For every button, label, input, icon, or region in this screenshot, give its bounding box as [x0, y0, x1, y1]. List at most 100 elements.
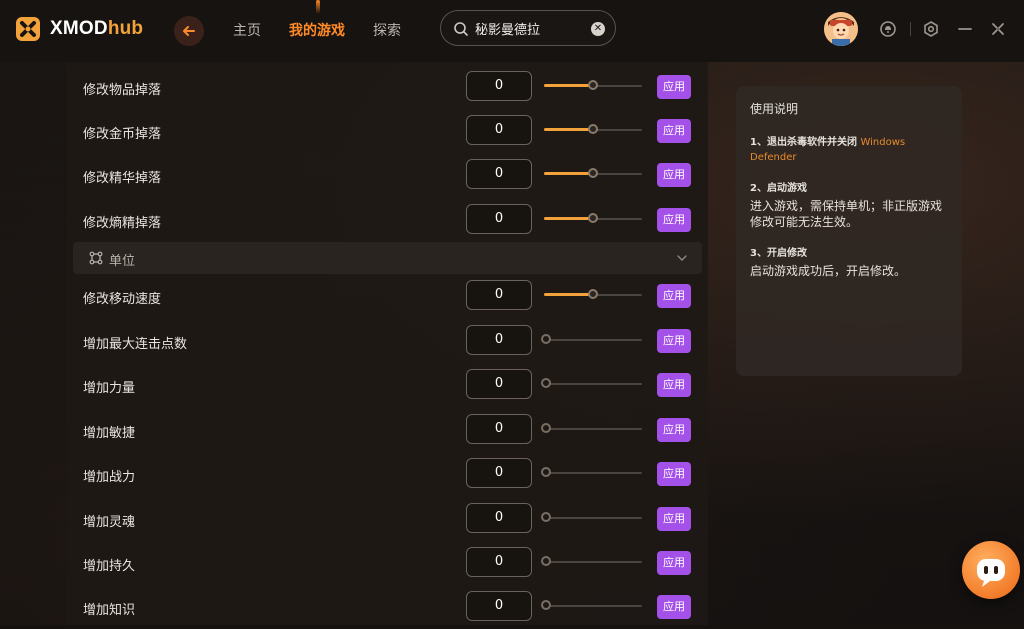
value-slider[interactable] — [544, 213, 642, 223]
option-row: 修改熵精掉落 0 应用 — [67, 198, 708, 242]
option-row: 增加敏捷 0 应用 — [67, 408, 708, 452]
nav-explore[interactable]: 探索 — [373, 20, 401, 40]
step-heading: 2、启动游戏 — [750, 183, 807, 194]
value-input[interactable]: 0 — [466, 71, 532, 101]
slider-thumb[interactable] — [588, 213, 598, 223]
minimize-icon[interactable] — [956, 20, 974, 38]
active-tab-indicator — [316, 0, 320, 14]
slider-thumb[interactable] — [541, 600, 551, 610]
instruction-step: 3、开启修改 启动游戏成功后，开启修改。 — [750, 246, 948, 279]
search-icon — [454, 22, 468, 36]
section-title: 单位 — [109, 254, 136, 269]
slider-thumb[interactable] — [588, 124, 598, 134]
option-label: 修改精华掉落 — [83, 171, 162, 186]
value-slider[interactable] — [544, 289, 642, 299]
option-row: 修改金币掉落 0 应用 — [67, 109, 708, 153]
apply-button[interactable]: 应用 — [657, 507, 691, 531]
value-slider[interactable] — [541, 600, 642, 610]
slider-thumb[interactable] — [541, 556, 551, 566]
option-label: 增加力量 — [83, 381, 136, 396]
option-label: 修改移动速度 — [83, 292, 162, 307]
slider-thumb[interactable] — [588, 80, 598, 90]
option-label: 增加灵魂 — [83, 515, 136, 530]
apply-button[interactable]: 应用 — [657, 119, 691, 143]
option-row: 修改物品掉落 0 应用 — [67, 65, 708, 109]
notification-icon[interactable] — [879, 20, 897, 38]
option-label: 增加敏捷 — [83, 426, 136, 441]
value-slider[interactable] — [544, 168, 642, 178]
slider-thumb[interactable] — [541, 423, 551, 433]
unit-icon — [89, 251, 103, 265]
apply-button[interactable]: 应用 — [657, 163, 691, 187]
apply-button[interactable]: 应用 — [657, 551, 691, 575]
slider-thumb[interactable] — [541, 378, 551, 388]
slider-thumb[interactable] — [588, 289, 598, 299]
apply-button[interactable]: 应用 — [657, 418, 691, 442]
value-slider[interactable] — [541, 378, 642, 388]
avatar-image — [824, 12, 858, 46]
value-slider[interactable] — [541, 512, 642, 522]
option-label: 增加最大连击点数 — [83, 337, 188, 352]
option-label: 修改物品掉落 — [83, 83, 162, 98]
instruction-step: 1、退出杀毒软件并关闭 Windows Defender — [750, 135, 948, 165]
header-divider — [910, 22, 911, 36]
value-input[interactable]: 0 — [466, 280, 532, 310]
option-label: 修改金币掉落 — [83, 127, 162, 142]
apply-button[interactable]: 应用 — [657, 462, 691, 486]
option-row: 增加战力 0 应用 — [67, 452, 708, 496]
value-slider[interactable] — [544, 80, 642, 90]
instructions-title: 使用说明 — [750, 102, 799, 116]
option-row: 增加力量 0 应用 — [67, 363, 708, 407]
assistant-button[interactable] — [962, 541, 1020, 599]
value-input[interactable]: 0 — [466, 115, 532, 145]
main-nav: 主页 我的游戏 探索 — [233, 20, 401, 40]
value-input[interactable]: 0 — [466, 204, 532, 234]
value-slider[interactable] — [541, 334, 642, 344]
nav-home[interactable]: 主页 — [233, 20, 261, 40]
option-label: 增加战力 — [83, 470, 136, 485]
slider-thumb[interactable] — [541, 467, 551, 477]
value-input[interactable]: 0 — [466, 369, 532, 399]
value-slider[interactable] — [541, 467, 642, 477]
apply-button[interactable]: 应用 — [657, 329, 691, 353]
mod-options-panel: 修改物品掉落 0 应用 修改金币掉落 0 应用 修改精华掉落 0 应用 修改熵精… — [67, 62, 708, 625]
apply-button[interactable]: 应用 — [657, 373, 691, 397]
search-bar: ✕ — [440, 10, 616, 46]
slider-thumb[interactable] — [588, 168, 598, 178]
step-heading: 3、开启修改 — [750, 248, 807, 259]
assistant-icon — [977, 559, 1005, 587]
value-input[interactable]: 0 — [466, 414, 532, 444]
close-icon[interactable] — [989, 20, 1007, 38]
apply-button[interactable]: 应用 — [657, 75, 691, 99]
search-input[interactable] — [475, 19, 585, 37]
apply-button[interactable]: 应用 — [657, 284, 691, 308]
option-label: 增加持久 — [83, 559, 136, 574]
value-input[interactable]: 0 — [466, 325, 532, 355]
slider-thumb[interactable] — [541, 334, 551, 344]
value-input[interactable]: 0 — [466, 591, 532, 621]
slider-thumb[interactable] — [541, 512, 551, 522]
value-input[interactable]: 0 — [466, 458, 532, 488]
top-bar: XMODhub 主页 我的游戏 探索 ✕ — [0, 0, 1024, 62]
gear-icon[interactable] — [922, 20, 940, 38]
option-label: 增加知识 — [83, 603, 136, 618]
apply-button[interactable]: 应用 — [657, 595, 691, 619]
value-input[interactable]: 0 — [466, 503, 532, 533]
value-slider[interactable] — [541, 556, 642, 566]
value-slider[interactable] — [544, 124, 642, 134]
section-header-unit[interactable]: 单位 — [73, 242, 702, 274]
value-input[interactable]: 0 — [466, 547, 532, 577]
clear-icon[interactable]: ✕ — [591, 22, 605, 36]
option-row: 增加持久 0 应用 — [67, 541, 708, 585]
instruction-step: 2、启动游戏 进入游戏，需保持单机；非正版游戏修改可能无法生效。 — [750, 181, 948, 230]
xmod-logo-icon — [16, 17, 40, 41]
back-button[interactable] — [174, 16, 204, 46]
app-logo[interactable]: XMODhub — [14, 15, 143, 43]
chevron-down-icon[interactable] — [676, 252, 688, 264]
value-slider[interactable] — [541, 423, 642, 433]
nav-my-games[interactable]: 我的游戏 — [289, 20, 345, 40]
option-row: 增加灵魂 0 应用 — [67, 497, 708, 541]
avatar[interactable] — [824, 12, 858, 46]
value-input[interactable]: 0 — [466, 159, 532, 189]
apply-button[interactable]: 应用 — [657, 208, 691, 232]
